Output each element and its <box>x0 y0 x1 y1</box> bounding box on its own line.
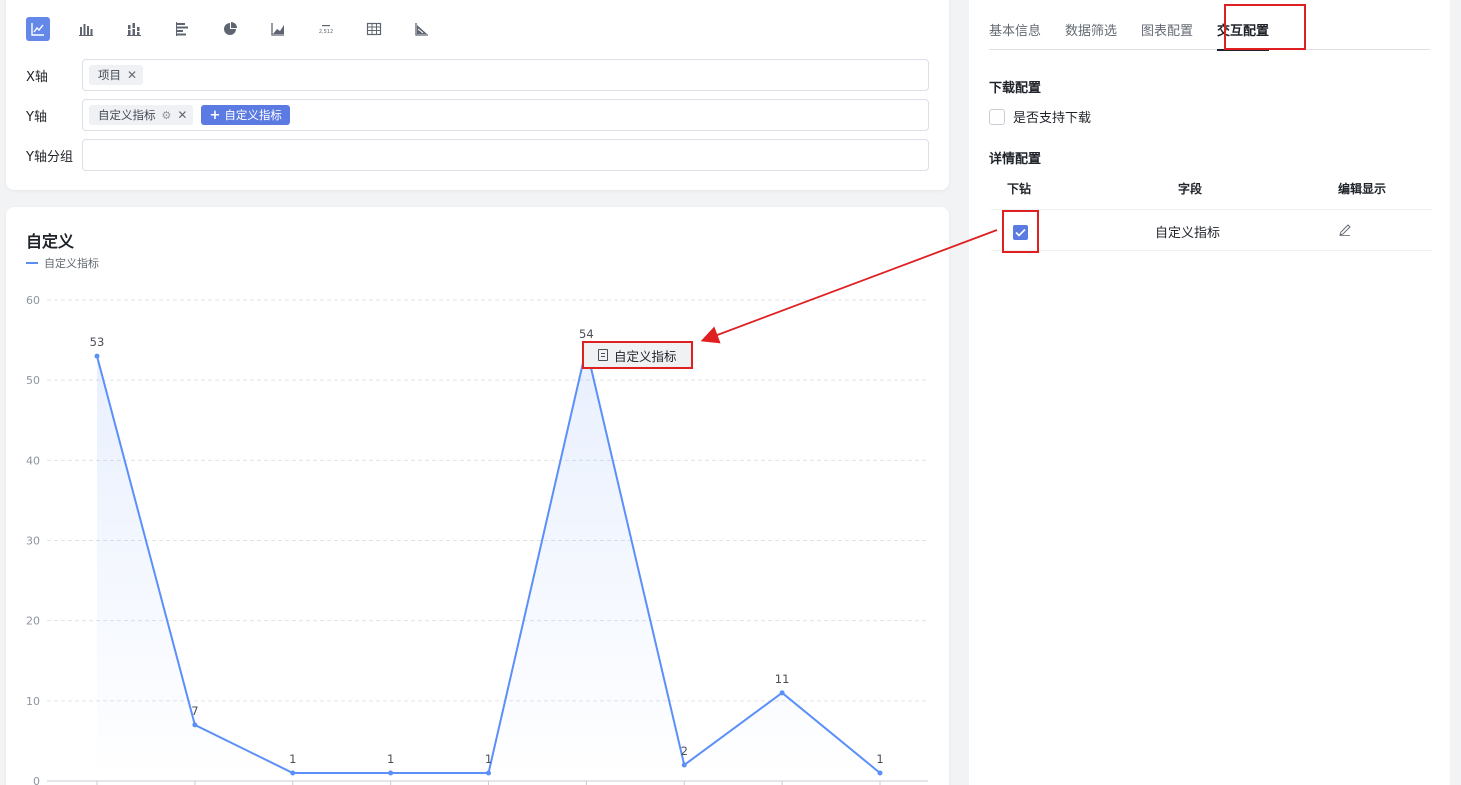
download-support-row[interactable]: 是否支持下载 <box>989 107 1091 126</box>
legend-label: 自定义指标 <box>44 257 99 270</box>
edit-icon[interactable] <box>1337 222 1353 238</box>
y-tick-label: 50 <box>26 374 40 387</box>
line-chart-type-button[interactable] <box>26 17 50 41</box>
chart-card: 0 10 20 30 40 50 60 53 7 1 1 1 54 2 11 1 自定义 自定义指标 自定义指… <box>6 207 949 785</box>
close-icon[interactable]: ✕ <box>127 68 137 82</box>
row-field-name: 自定义指标 <box>1155 226 1221 241</box>
y-group-field[interactable] <box>82 139 929 171</box>
y-tick-label: 30 <box>26 535 40 548</box>
bar-chart-type-button[interactable] <box>74 17 98 41</box>
download-support-label: 是否支持下载 <box>1013 111 1092 126</box>
x-axis-field[interactable]: 项目 ✕ <box>82 59 929 91</box>
settings-panel: 基本信息 数据筛选 图表配置 交互配置 下载配置 是否支持下载 详情配置 下钻 … <box>969 0 1450 785</box>
series-area <box>97 348 880 781</box>
y-axis-field[interactable]: 自定义指标 ⚙ ✕ + 自定义指标 <box>82 99 929 131</box>
document-icon <box>598 349 608 361</box>
funnel-chart-icon <box>415 23 428 36</box>
y-tick-label: 20 <box>26 615 40 628</box>
y-tick-label: 60 <box>26 294 40 307</box>
data-point <box>877 770 883 776</box>
column-drilldown: 下钻 <box>1007 182 1032 196</box>
download-config-title: 下载配置 <box>989 81 1042 96</box>
data-label: 11 <box>775 672 790 686</box>
y-axis-tag[interactable]: 自定义指标 ⚙ ✕ <box>89 105 194 125</box>
data-point <box>94 353 100 359</box>
checkbox-highlight-box <box>1002 210 1039 253</box>
y-group-label: Y轴分组 <box>26 149 73 165</box>
y-axis-row: Y轴 自定义指标 ⚙ ✕ + 自定义指标 <box>26 99 929 131</box>
drilldown-tooltip-label: 自定义指标 <box>614 348 677 364</box>
data-label: 2 <box>681 744 688 758</box>
number-card-icon: 2,512 <box>319 25 333 35</box>
y-axis-tag-label: 自定义指标 <box>98 108 156 122</box>
tab-highlight-box <box>1224 4 1306 50</box>
y-tick-label: 0 <box>33 775 40 785</box>
horizontal-bar-chart-icon <box>176 22 188 36</box>
data-label: 54 <box>579 327 594 341</box>
table-type-button[interactable] <box>362 17 386 41</box>
table-row: 自定义指标 <box>991 209 1432 253</box>
column-edit-display: 编辑显示 <box>1338 182 1387 196</box>
area-chart-icon <box>271 23 284 36</box>
line-chart-icon <box>31 23 44 36</box>
pie-chart-type-button[interactable] <box>218 17 242 41</box>
horizontal-bar-chart-type-button[interactable] <box>170 17 194 41</box>
download-support-checkbox[interactable] <box>989 108 1005 125</box>
stacked-bar-chart-icon <box>127 23 141 36</box>
data-point <box>388 770 394 776</box>
y-tick-label: 40 <box>26 454 40 467</box>
stacked-bar-chart-type-button[interactable] <box>122 17 146 41</box>
data-point <box>681 762 687 768</box>
data-point <box>779 690 785 696</box>
gear-icon[interactable]: ⚙ <box>162 109 172 122</box>
line-chart: 01020304050605371 1 1542111 <box>26 294 928 785</box>
close-icon[interactable]: ✕ <box>177 108 187 122</box>
add-custom-metric-button[interactable]: + 自定义指标 <box>201 105 290 125</box>
detail-table-header: 下钻 字段 编辑显示 <box>991 180 1432 212</box>
detail-config-title: 详情配置 <box>989 152 1042 167</box>
data-point <box>486 770 491 776</box>
tab-basic-info[interactable]: 基本信息 <box>989 16 1041 50</box>
y-axis-label: Y轴 <box>26 109 47 125</box>
bar-chart-icon <box>79 24 93 36</box>
data-label: 1 <box>485 752 492 766</box>
data-label: 1 <box>876 752 883 766</box>
data-point <box>290 770 296 776</box>
y-tick-label: 10 <box>26 695 40 708</box>
chart-title: 自定义 <box>26 232 75 251</box>
tab-data-filter[interactable]: 数据筛选 <box>1065 16 1117 50</box>
data-label: 53 <box>90 335 105 349</box>
x-axis-tag[interactable]: 项目 ✕ <box>89 65 144 85</box>
chart-type-toolbar: 2,512 <box>26 17 458 43</box>
column-field: 字段 <box>1178 182 1203 196</box>
data-label: 1 <box>387 752 394 766</box>
plus-icon: + <box>209 107 221 123</box>
data-label: 7 <box>191 704 198 718</box>
number-card-icon-text: 2,512 <box>319 29 333 35</box>
data-label: 1 <box>289 752 296 766</box>
settings-tabs: 基本信息 数据筛选 图表配置 交互配置 <box>989 16 1430 51</box>
drilldown-tooltip[interactable]: 自定义指标 <box>582 341 693 369</box>
add-custom-metric-label: 自定义指标 <box>224 108 282 122</box>
x-axis-tag-label: 项目 <box>98 68 121 82</box>
chart-legend[interactable]: 自定义指标 <box>26 255 99 271</box>
x-axis-row: X轴 项目 ✕ <box>26 59 929 91</box>
x-axis-label: X轴 <box>26 69 48 85</box>
y-group-row: Y轴分组 <box>26 139 929 171</box>
table-icon <box>366 22 382 36</box>
number-card-type-button[interactable]: 2,512 <box>314 17 338 41</box>
data-point <box>192 722 198 728</box>
tab-chart-config[interactable]: 图表配置 <box>1141 16 1193 50</box>
legend-swatch <box>26 262 38 264</box>
field-config-card: 2,512 X轴 项目 ✕ Y轴 自定义指标 ⚙ ✕ + 自定义指标 Y轴分组 <box>6 0 949 190</box>
pie-chart-icon <box>224 22 237 35</box>
funnel-chart-type-button[interactable] <box>410 17 434 41</box>
area-chart-type-button[interactable] <box>266 17 290 41</box>
